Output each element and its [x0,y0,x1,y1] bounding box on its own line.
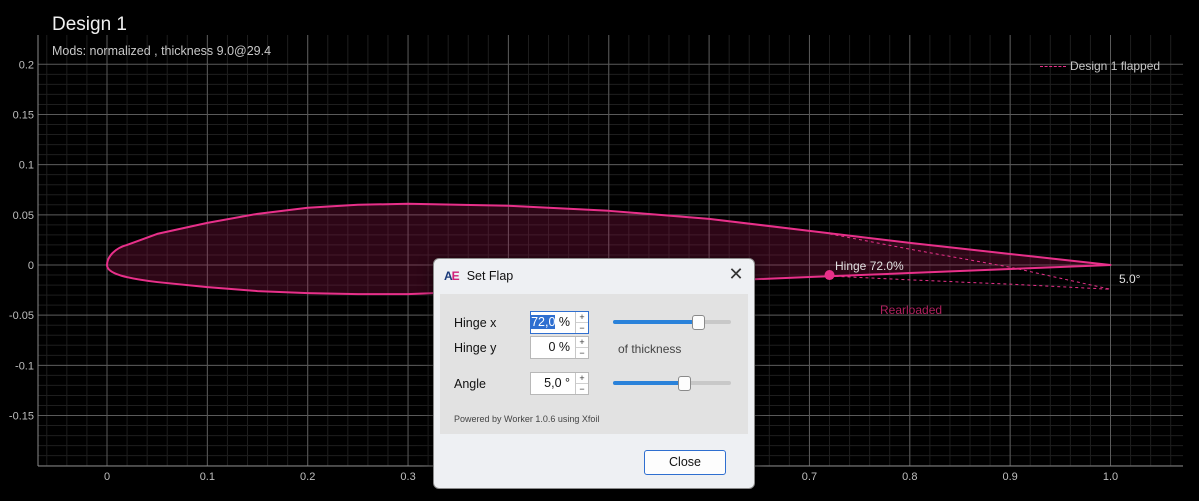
y-tick-label: -0.1 [15,360,34,372]
x-tick-label: 0.7 [802,471,817,483]
rearloaded-label: Rearloaded [880,303,943,317]
y-tick-label: 0.15 [13,109,34,121]
angle-up-button[interactable]: + [576,373,588,384]
angle-slider[interactable] [613,376,731,391]
x-tick-label: 0.2 [300,471,315,483]
flap-settings-panel: Hinge x 72,0 % + − Hinge y 0 % + − of thic… [440,294,748,434]
flap-angle-label: 5.0° [1119,272,1141,286]
hinge-point [824,270,835,281]
x-tick-label: 1.0 [1103,471,1118,483]
close-icon[interactable]: ✕ [726,264,746,284]
powered-by-text: Powered by Worker 1.0.6 using Xfoil [454,414,600,424]
y-tick-label: 0.2 [19,59,34,71]
angle-label: Angle [454,377,486,391]
x-tick-label: 0.1 [200,471,215,483]
hinge-y-label: Hinge y [454,341,497,355]
hinge-x-slider[interactable] [613,315,731,330]
hinge-y-value: 0 % [548,340,570,354]
of-thickness-hint: of thickness [618,342,682,356]
x-tick-label: 0.8 [902,471,917,483]
y-tick-label: 0 [28,260,34,272]
y-tick-label: 0.1 [19,160,34,172]
x-tick-label: 0.9 [1003,471,1018,483]
design-title: Design 1 [52,14,127,35]
x-tick-label: 0.3 [400,471,415,483]
x-tick-label: 0 [104,471,110,483]
y-tick-label: -0.05 [9,310,34,322]
y-tick-label: -0.15 [9,411,34,423]
mods-subtitle: Mods: normalized , thickness 9.0@29.4 [52,44,272,58]
hinge-x-value: 72,0 [531,315,556,329]
legend: Design 1 flapped [1040,59,1160,73]
hinge-x-slider-handle[interactable] [691,315,705,330]
set-flap-dialog: AE Set Flap ✕ Hinge x 72,0 % + − Hinge y … [433,258,755,489]
legend-label: Design 1 flapped [1070,59,1161,73]
hinge-y-input[interactable]: 0 % + − [530,336,589,359]
hinge-y-down-button[interactable]: − [576,348,588,358]
hinge-x-up-button[interactable]: + [576,312,588,323]
angle-down-button[interactable]: − [576,384,588,394]
hinge-x-down-button[interactable]: − [576,323,588,333]
legend-dashed-line [1040,65,1066,67]
hinge-y-up-button[interactable]: + [576,337,588,348]
y-tick-label: 0.05 [13,210,34,222]
angle-value: 5,0 ° [544,376,570,390]
angle-slider-handle[interactable] [677,376,691,391]
app-logo-icon: AE [444,269,460,283]
angle-input[interactable]: 5,0 ° + − [530,372,589,395]
dialog-title: Set Flap [466,269,514,283]
hinge-label: Hinge 72.0% [835,259,904,273]
dialog-titlebar: AE Set Flap [444,266,513,286]
hinge-x-label: Hinge x [454,316,497,330]
hinge-x-input[interactable]: 72,0 % + − [530,311,589,334]
close-button[interactable]: Close [644,450,726,475]
